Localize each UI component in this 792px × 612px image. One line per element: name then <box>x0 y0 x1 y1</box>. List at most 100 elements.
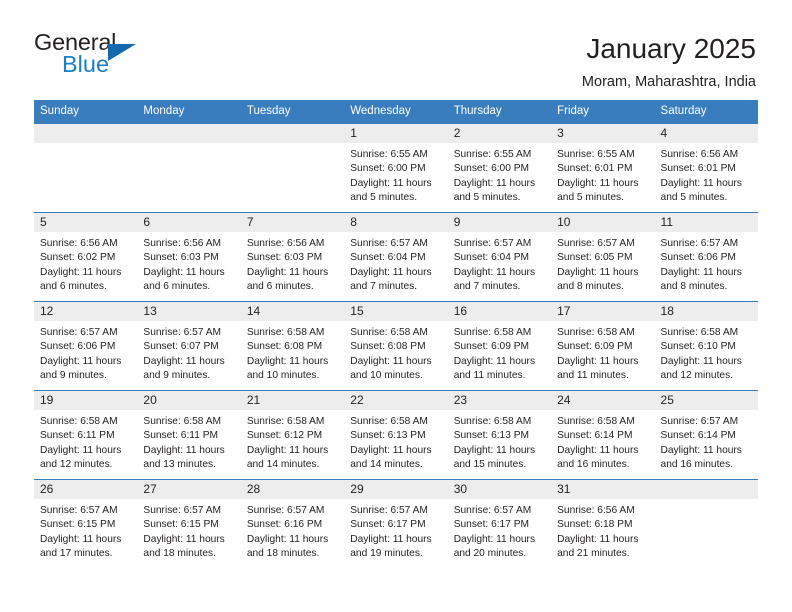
day-details: Sunrise: 6:58 AM Sunset: 6:09 PM Daylight:… <box>551 321 654 383</box>
calendar-day-cell[interactable]: 31 Sunrise: 6:56 AM Sunset: 6:18 PM Dayligh… <box>551 479 655 569</box>
day-cell-inner <box>34 124 138 212</box>
day-details: Sunrise: 6:55 AM Sunset: 6:00 PM Daylight:… <box>448 143 551 205</box>
daylight-text-line1: Daylight: 11 hours <box>350 533 432 545</box>
calendar-day-cell[interactable]: 29 Sunrise: 6:57 AM Sunset: 6:17 PM Dayligh… <box>344 479 448 569</box>
day-cell-inner: 31 Sunrise: 6:56 AM Sunset: 6:18 PM Dayligh… <box>551 480 655 569</box>
day-number <box>137 124 241 143</box>
calendar-day-cell[interactable]: 17 Sunrise: 6:58 AM Sunset: 6:09 PM Dayligh… <box>551 301 655 391</box>
weekday-header-monday: Monday <box>137 100 241 124</box>
daylight-text-line1: Daylight: 11 hours <box>660 266 742 278</box>
day-cell-inner: 9 Sunrise: 6:57 AM Sunset: 6:04 PM Daylight… <box>447 213 552 301</box>
calendar-day-cell[interactable]: 1 Sunrise: 6:55 AM Sunset: 6:00 PM Daylight… <box>344 123 448 213</box>
daylight-text-line2: and 15 minutes. <box>453 458 527 470</box>
daylight-text-line1: Daylight: 11 hours <box>660 177 742 189</box>
calendar-day-cell[interactable]: 18 Sunrise: 6:58 AM Sunset: 6:10 PM Dayligh… <box>654 301 758 391</box>
calendar-day-cell[interactable]: 11 Sunrise: 6:57 AM Sunset: 6:06 PM Dayligh… <box>654 212 758 302</box>
daylight-text-line2: and 11 minutes. <box>557 369 629 381</box>
daylight-text-line1: Daylight: 11 hours <box>350 355 432 367</box>
day-cell-inner: 21 Sunrise: 6:58 AM Sunset: 6:12 PM Dayligh… <box>240 391 345 479</box>
calendar-day-cell[interactable]: 6 Sunrise: 6:56 AM Sunset: 6:03 PM Daylight… <box>137 212 241 302</box>
page-subtitle: Moram, Maharashtra, India <box>581 74 756 91</box>
day-details: Sunrise: 6:56 AM Sunset: 6:03 PM Daylight:… <box>137 232 240 294</box>
calendar-day-cell[interactable]: 8 Sunrise: 6:57 AM Sunset: 6:04 PM Daylight… <box>344 212 448 302</box>
daylight-text-line1: Daylight: 11 hours <box>40 266 122 278</box>
calendar-day-cell[interactable]: 25 Sunrise: 6:57 AM Sunset: 6:14 PM Dayligh… <box>654 390 758 480</box>
day-cell-inner: 16 Sunrise: 6:58 AM Sunset: 6:09 PM Dayligh… <box>447 302 552 390</box>
daylight-text-line1: Daylight: 11 hours <box>350 177 432 189</box>
calendar-day-cell[interactable]: 19 Sunrise: 6:58 AM Sunset: 6:11 PM Dayligh… <box>34 390 138 480</box>
calendar-day-cell[interactable]: 10 Sunrise: 6:57 AM Sunset: 6:05 PM Dayligh… <box>551 212 655 302</box>
calendar-day-cell[interactable]: 15 Sunrise: 6:58 AM Sunset: 6:08 PM Dayligh… <box>344 301 448 391</box>
day-details: Sunrise: 6:57 AM Sunset: 6:17 PM Daylight:… <box>448 499 551 561</box>
calendar-page: General Blue January 2025 Moram, Maharas… <box>0 0 792 612</box>
day-details: Sunrise: 6:57 AM Sunset: 6:15 PM Daylight:… <box>34 499 137 561</box>
sunrise-text: Sunrise: 6:56 AM <box>557 505 635 516</box>
sunrise-text: Sunrise: 6:57 AM <box>143 505 222 516</box>
calendar-day-cell[interactable]: 22 Sunrise: 6:58 AM Sunset: 6:13 PM Dayligh… <box>344 390 448 480</box>
sunrise-text: Sunrise: 6:57 AM <box>453 238 532 249</box>
calendar-day-cell[interactable]: 14 Sunrise: 6:58 AM Sunset: 6:08 PM Dayligh… <box>240 301 345 391</box>
calendar-day-cell[interactable]: 30 Sunrise: 6:57 AM Sunset: 6:17 PM Dayligh… <box>447 479 552 569</box>
daylight-text-line1: Daylight: 11 hours <box>143 533 225 545</box>
sunset-text: Sunset: 6:17 PM <box>350 519 426 531</box>
logo-triangle-icon <box>108 44 136 61</box>
day-cell-inner: 26 Sunrise: 6:57 AM Sunset: 6:15 PM Dayligh… <box>34 480 138 569</box>
daylight-text-line1: Daylight: 11 hours <box>246 355 329 367</box>
general-blue-logo[interactable]: General Blue <box>34 30 154 83</box>
day-number: 24 <box>551 391 655 410</box>
calendar-day-cell[interactable]: 13 Sunrise: 6:57 AM Sunset: 6:07 PM Dayligh… <box>137 301 241 391</box>
calendar-week-row: 1 Sunrise: 6:55 AM Sunset: 6:00 PM Daylight… <box>34 123 758 213</box>
calendar-day-cell[interactable]: 4 Sunrise: 6:56 AM Sunset: 6:01 PM Daylight… <box>654 123 758 213</box>
sunset-text: Sunset: 6:02 PM <box>40 252 116 264</box>
sunset-text: Sunset: 6:13 PM <box>453 430 530 442</box>
weekday-header-wednesday: Wednesday <box>344 100 448 124</box>
sunrise-text: Sunrise: 6:58 AM <box>557 416 635 427</box>
sunrise-text: Sunrise: 6:57 AM <box>350 505 428 516</box>
daylight-text-line1: Daylight: 11 hours <box>246 533 329 545</box>
day-number: 19 <box>34 391 138 410</box>
sunrise-text: Sunrise: 6:58 AM <box>453 416 532 427</box>
sunset-text: Sunset: 6:17 PM <box>453 519 530 531</box>
day-details: Sunrise: 6:56 AM Sunset: 6:02 PM Daylight:… <box>34 232 137 294</box>
sunset-text: Sunset: 6:15 PM <box>143 519 219 531</box>
sunset-text: Sunset: 6:09 PM <box>557 341 633 353</box>
calendar-day-cell[interactable]: 20 Sunrise: 6:58 AM Sunset: 6:11 PM Dayligh… <box>137 390 241 480</box>
day-number: 1 <box>344 124 448 143</box>
day-number: 4 <box>654 124 758 143</box>
sunset-text: Sunset: 6:18 PM <box>557 519 633 531</box>
sunset-text: Sunset: 6:14 PM <box>557 430 633 442</box>
daylight-text-line2: and 18 minutes. <box>143 547 216 559</box>
weekday-header-sunday: Sunday <box>34 100 138 124</box>
title-block: January 2025 Moram, Maharashtra, India <box>582 31 756 92</box>
day-details: Sunrise: 6:58 AM Sunset: 6:14 PM Daylight:… <box>551 410 654 472</box>
day-number: 29 <box>344 480 448 499</box>
calendar-day-cell[interactable]: 21 Sunrise: 6:58 AM Sunset: 6:12 PM Dayligh… <box>240 390 345 480</box>
calendar-day-cell[interactable]: 24 Sunrise: 6:58 AM Sunset: 6:14 PM Dayligh… <box>551 390 655 480</box>
calendar-week-row: 26 Sunrise: 6:57 AM Sunset: 6:15 PM Dayligh… <box>34 479 758 569</box>
day-details: Sunrise: 6:58 AM Sunset: 6:08 PM Daylight:… <box>241 321 344 383</box>
calendar-day-cell[interactable]: 7 Sunrise: 6:56 AM Sunset: 6:03 PM Daylight… <box>240 212 345 302</box>
calendar-day-cell[interactable]: 2 Sunrise: 6:55 AM Sunset: 6:00 PM Daylight… <box>447 123 552 213</box>
calendar-day-cell[interactable]: 12 Sunrise: 6:57 AM Sunset: 6:06 PM Dayligh… <box>34 301 138 391</box>
sunrise-text: Sunrise: 6:57 AM <box>40 327 118 338</box>
calendar-day-cell[interactable]: 28 Sunrise: 6:57 AM Sunset: 6:16 PM Dayligh… <box>240 479 345 569</box>
calendar-week-row: 5 Sunrise: 6:56 AM Sunset: 6:02 PM Daylight… <box>34 212 758 302</box>
calendar-day-cell[interactable]: 5 Sunrise: 6:56 AM Sunset: 6:02 PM Daylight… <box>34 212 138 302</box>
sunrise-text: Sunrise: 6:55 AM <box>557 149 635 160</box>
calendar-day-cell[interactable]: 23 Sunrise: 6:58 AM Sunset: 6:13 PM Dayligh… <box>447 390 552 480</box>
day-details: Sunrise: 6:57 AM Sunset: 6:07 PM Daylight:… <box>137 321 240 383</box>
day-cell-inner: 24 Sunrise: 6:58 AM Sunset: 6:14 PM Dayligh… <box>551 391 655 479</box>
day-number: 20 <box>137 391 241 410</box>
daylight-text-line2: and 6 minutes. <box>143 280 211 292</box>
calendar-day-cell[interactable]: 16 Sunrise: 6:58 AM Sunset: 6:09 PM Dayligh… <box>447 301 552 391</box>
calendar-day-cell[interactable]: 3 Sunrise: 6:55 AM Sunset: 6:01 PM Daylight… <box>551 123 655 213</box>
daylight-text-line2: and 20 minutes. <box>453 547 527 559</box>
calendar-day-cell[interactable]: 26 Sunrise: 6:57 AM Sunset: 6:15 PM Dayligh… <box>34 479 138 569</box>
calendar-day-cell[interactable]: 27 Sunrise: 6:57 AM Sunset: 6:15 PM Dayligh… <box>137 479 241 569</box>
calendar-day-cell[interactable]: 9 Sunrise: 6:57 AM Sunset: 6:04 PM Daylight… <box>447 212 552 302</box>
sunrise-text: Sunrise: 6:57 AM <box>350 238 428 249</box>
daylight-text-line2: and 13 minutes. <box>143 458 216 470</box>
day-cell-inner: 11 Sunrise: 6:57 AM Sunset: 6:06 PM Dayligh… <box>654 213 758 301</box>
daylight-text-line1: Daylight: 11 hours <box>557 177 639 189</box>
day-details: Sunrise: 6:56 AM Sunset: 6:01 PM Daylight:… <box>655 143 758 205</box>
